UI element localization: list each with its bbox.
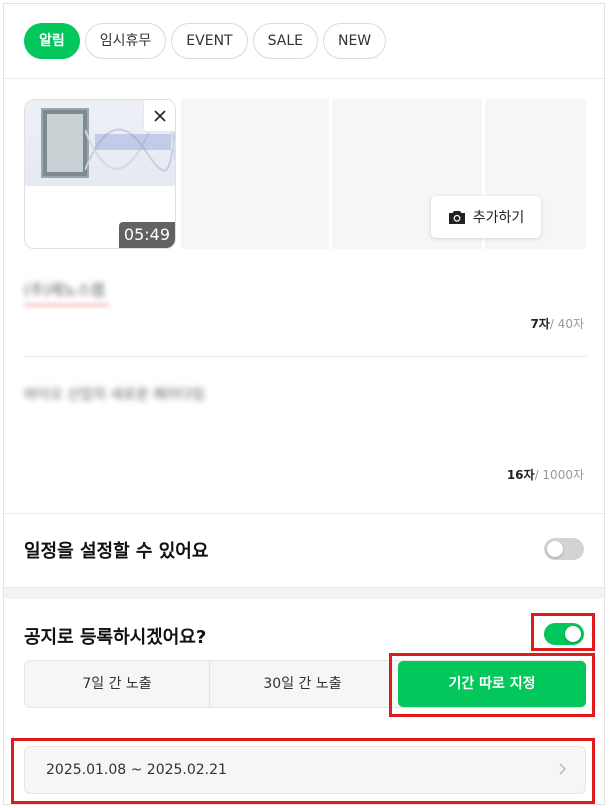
video-duration: 05:49 bbox=[118, 222, 175, 248]
highlight-box-toggle bbox=[531, 613, 595, 651]
body-input[interactable]: 바이오 산업의 새로운 패러다임 bbox=[24, 384, 324, 408]
title-char-max: / 40자 bbox=[549, 317, 584, 331]
title-input[interactable]: (주)제노스랩 bbox=[24, 279, 324, 303]
close-icon bbox=[153, 109, 166, 122]
section-separator bbox=[4, 587, 604, 599]
tab-notice[interactable]: 알림 bbox=[24, 23, 80, 59]
highlight-box-custom-period bbox=[389, 653, 595, 717]
body-char-max: / 1000자 bbox=[534, 468, 584, 482]
schedule-toggle[interactable] bbox=[544, 538, 584, 560]
add-media-label: 추가하기 bbox=[472, 210, 525, 226]
tab-temporary-closure[interactable]: 임시휴무 bbox=[84, 23, 167, 59]
notice-label: 공지로 등록하시겠어요? bbox=[24, 627, 207, 648]
tab-event[interactable]: EVENT bbox=[171, 23, 248, 59]
remove-media-button[interactable] bbox=[143, 100, 175, 132]
divider bbox=[4, 513, 604, 514]
option-7-days[interactable]: 7일 간 노출 bbox=[25, 661, 210, 707]
tab-sale[interactable]: SALE bbox=[252, 23, 318, 59]
add-media-button[interactable]: 추가하기 bbox=[431, 196, 541, 238]
media-slot bbox=[181, 99, 329, 249]
video-thumbnail[interactable]: 05:49 bbox=[24, 99, 176, 249]
toggle-knob bbox=[547, 541, 563, 557]
thumbnail-banner bbox=[95, 134, 171, 150]
body-char-count: 16자 bbox=[506, 468, 535, 482]
media-row: 05:49 추가하기 bbox=[24, 99, 586, 249]
highlight-box-date-range bbox=[11, 738, 595, 804]
option-30-days[interactable]: 30일 간 노출 bbox=[210, 661, 395, 707]
camera-icon bbox=[448, 210, 465, 224]
divider bbox=[4, 78, 604, 79]
title-char-count: 7자 bbox=[530, 317, 550, 331]
category-tabs: 알림 임시휴무 EVENT SALE NEW bbox=[24, 23, 387, 59]
divider bbox=[24, 356, 586, 357]
schedule-label: 일정을 설정할 수 있어요 bbox=[24, 541, 209, 562]
notice-editor: 알림 임시휴무 EVENT SALE NEW 05:49 추가하기 (주)제노스… bbox=[3, 3, 605, 805]
body-char-counter: 16자/ 1000자 bbox=[507, 466, 584, 483]
title-char-counter: 7자/ 40자 bbox=[530, 315, 584, 332]
tab-new[interactable]: NEW bbox=[322, 23, 387, 59]
spellcheck-underline bbox=[24, 304, 109, 306]
certificate-image bbox=[41, 108, 89, 178]
